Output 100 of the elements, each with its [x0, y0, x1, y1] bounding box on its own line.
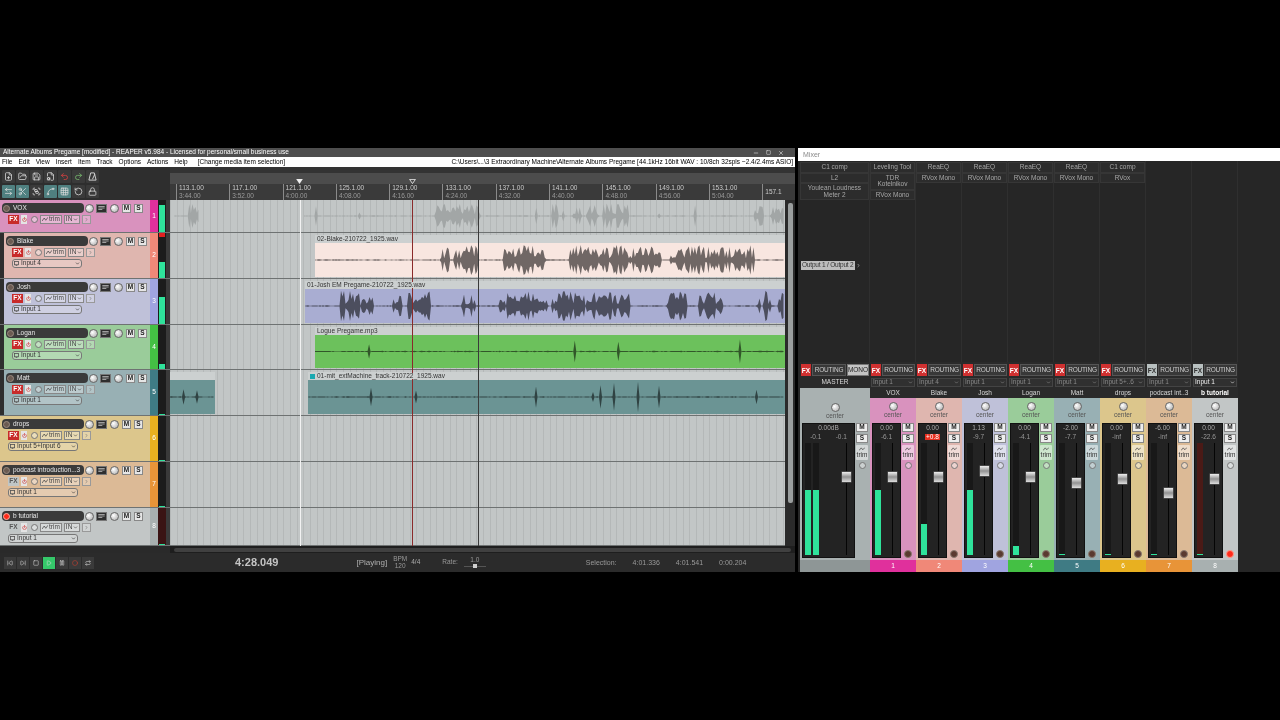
audio-clip[interactable]	[170, 372, 215, 414]
phase-button[interactable]	[35, 249, 42, 256]
fader-thumb[interactable]	[1025, 471, 1036, 483]
io-button[interactable]	[96, 203, 107, 213]
fx-bypass-button[interactable]	[21, 431, 27, 440]
toolbar-button[interactable]	[58, 184, 71, 198]
pan-knob[interactable]	[1118, 402, 1128, 412]
fader-thumb[interactable]	[1209, 473, 1220, 485]
pan-knob[interactable]	[110, 419, 119, 429]
phase-button[interactable]	[1226, 462, 1234, 469]
pan-knob[interactable]	[980, 402, 990, 412]
io-button[interactable]	[96, 511, 107, 521]
volume-knob[interactable]	[89, 282, 98, 292]
io-button[interactable]	[100, 282, 111, 292]
fader-thumb[interactable]	[1163, 487, 1174, 499]
io-button[interactable]	[100, 236, 111, 246]
record-arm-button[interactable]	[7, 283, 14, 291]
phase-button[interactable]	[950, 462, 958, 469]
io-button[interactable]	[100, 328, 111, 338]
fx-bypass-button[interactable]	[25, 248, 31, 257]
volume-fader[interactable]	[1071, 443, 1082, 555]
folder-button[interactable]	[82, 431, 92, 440]
toolbar-button[interactable]	[2, 184, 15, 198]
record-arm-button[interactable]	[3, 466, 10, 474]
toolbar-button[interactable]	[72, 184, 85, 198]
phase-button[interactable]	[996, 462, 1004, 469]
fader-thumb[interactable]	[1117, 473, 1128, 485]
scrollbar-thumb[interactable]	[174, 547, 791, 552]
volume-fader[interactable]	[1117, 443, 1128, 555]
minimize-icon[interactable]	[753, 149, 759, 156]
record-arm-button[interactable]	[7, 237, 14, 245]
record-arm-button[interactable]	[3, 512, 10, 520]
volume-knob[interactable]	[89, 373, 98, 383]
record-arm-button[interactable]	[1042, 550, 1050, 558]
phase-button[interactable]	[858, 462, 866, 469]
skip-back-button[interactable]	[4, 556, 16, 569]
pan-knob[interactable]	[114, 282, 123, 292]
record-arm-button[interactable]	[7, 374, 14, 382]
fx-bypass-button[interactable]	[21, 523, 27, 532]
fader-thumb[interactable]	[979, 465, 990, 477]
pan-knob[interactable]	[114, 328, 123, 338]
io-button[interactable]	[96, 419, 107, 429]
io-button[interactable]	[100, 373, 111, 383]
volume-fader[interactable]	[1163, 443, 1174, 555]
pan-knob[interactable]	[1210, 402, 1220, 412]
phase-button[interactable]	[31, 432, 38, 439]
phase-button[interactable]	[35, 295, 42, 302]
phase-button[interactable]	[1088, 462, 1096, 469]
skip-forward-button[interactable]	[17, 556, 29, 569]
toolbar-button[interactable]	[16, 169, 29, 183]
fader-thumb[interactable]	[887, 471, 898, 483]
phase-button[interactable]	[35, 341, 42, 348]
pan-knob[interactable]	[114, 373, 123, 383]
stop-button[interactable]	[30, 556, 42, 569]
volume-fader[interactable]	[1025, 443, 1036, 555]
toolbar-button[interactable]	[30, 184, 43, 198]
volume-knob[interactable]	[85, 419, 94, 429]
record-arm-button[interactable]	[1088, 550, 1096, 558]
pan-knob[interactable]	[110, 511, 119, 521]
volume-fader[interactable]	[841, 443, 852, 555]
pan-knob[interactable]	[1026, 402, 1036, 412]
toolbar-button[interactable]	[72, 169, 85, 183]
folder-button[interactable]	[82, 523, 92, 532]
volume-knob[interactable]	[85, 511, 94, 521]
record-arm-button[interactable]	[996, 550, 1004, 558]
toolbar-button[interactable]	[44, 184, 57, 198]
repeat-button[interactable]	[82, 556, 94, 569]
fx-bypass-button[interactable]	[25, 340, 31, 349]
pan-knob[interactable]	[110, 465, 119, 475]
fx-bypass-button[interactable]	[25, 385, 31, 394]
pan-knob[interactable]	[1164, 402, 1174, 412]
toolbar-button[interactable]	[2, 169, 15, 183]
toolbar-button[interactable]	[16, 184, 29, 198]
io-button[interactable]	[96, 465, 107, 475]
fx-bypass-button[interactable]	[21, 477, 27, 486]
phase-button[interactable]	[1180, 462, 1188, 469]
close-icon[interactable]	[778, 149, 784, 156]
record-arm-button[interactable]	[950, 550, 958, 558]
volume-knob[interactable]	[89, 328, 98, 338]
record-arm-button[interactable]	[3, 420, 10, 428]
fader-thumb[interactable]	[933, 471, 944, 483]
toolbar-button[interactable]	[86, 184, 99, 198]
phase-button[interactable]	[1042, 462, 1050, 469]
pan-knob[interactable]	[1072, 402, 1082, 412]
volume-fader[interactable]	[887, 443, 898, 555]
volume-fader[interactable]	[933, 443, 944, 555]
phase-button[interactable]	[31, 216, 38, 223]
slider-thumb[interactable]	[472, 564, 477, 569]
volume-fader[interactable]	[1209, 443, 1220, 555]
phase-button[interactable]	[904, 462, 912, 469]
fader-thumb[interactable]	[1071, 477, 1082, 489]
pan-knob[interactable]	[934, 402, 944, 412]
record-arm-button[interactable]	[3, 204, 10, 212]
pan-knob[interactable]	[110, 203, 119, 213]
record-arm-button[interactable]	[904, 550, 912, 558]
pan-knob[interactable]	[114, 236, 123, 246]
play-button[interactable]	[43, 556, 55, 569]
folder-button[interactable]	[86, 294, 96, 303]
scrollbar-thumb[interactable]	[787, 203, 793, 503]
pause-button[interactable]	[56, 556, 68, 569]
